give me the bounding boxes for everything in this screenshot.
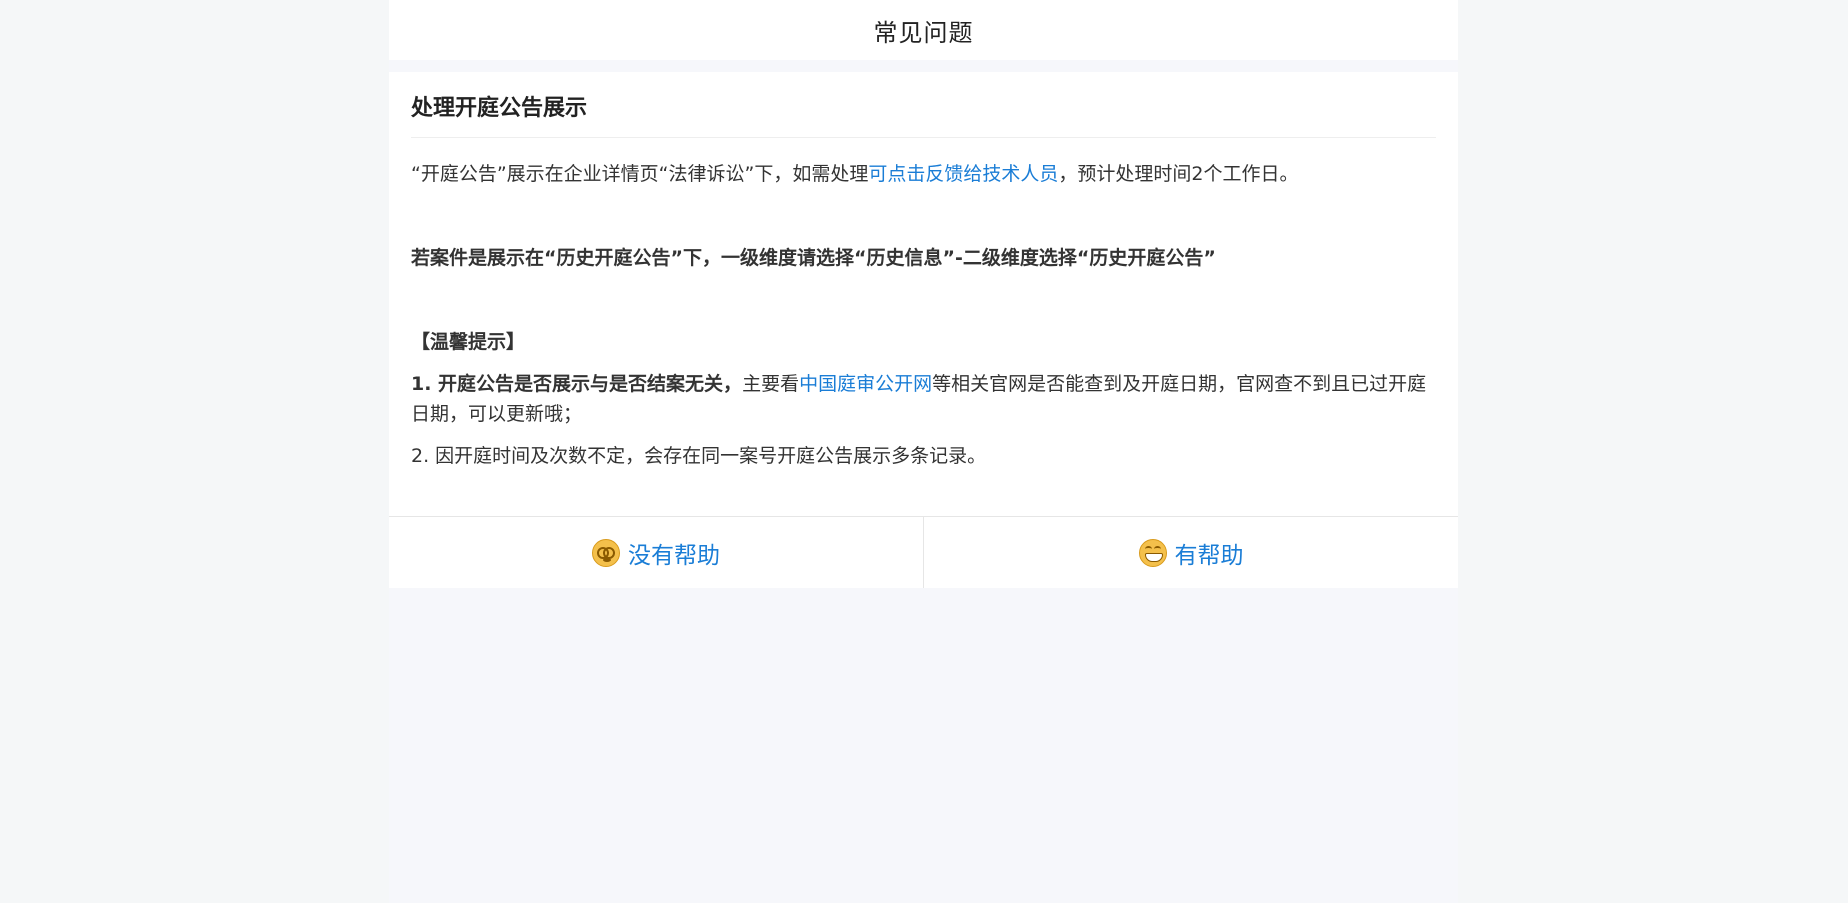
tips-heading: 【温馨提示】 bbox=[411, 331, 526, 353]
content-column: 常见问题 处理开庭公告展示 “开庭公告”展示在企业详情页“法律诉讼”下，如需处理… bbox=[389, 0, 1458, 903]
intro-paragraph: “开庭公告”展示在企业详情页“法律诉讼”下，如需处理可点击反馈给技术人员，预计处… bbox=[411, 159, 1436, 189]
not-helpful-button[interactable]: 没有帮助 bbox=[389, 517, 923, 588]
history-note: 若案件是展示在“历史开庭公告”下，一级维度请选择“历史信息”-二级维度选择“历史… bbox=[411, 247, 1216, 269]
not-helpful-label: 没有帮助 bbox=[628, 542, 720, 569]
tip-1-text: 主要看 bbox=[742, 373, 800, 395]
feedback-bar: 没有帮助 有帮助 bbox=[389, 516, 1458, 588]
helpful-button[interactable]: 有帮助 bbox=[923, 517, 1458, 588]
page-title: 常见问题 bbox=[873, 18, 974, 47]
grinning-face-icon bbox=[1138, 538, 1167, 567]
feedback-link[interactable]: 可点击反馈给技术人员 bbox=[868, 163, 1058, 185]
court-trial-link[interactable]: 中国庭审公开网 bbox=[799, 373, 932, 395]
dizzy-face-icon bbox=[592, 538, 620, 567]
article-card: 处理开庭公告展示 “开庭公告”展示在企业详情页“法律诉讼”下，如需处理可点击反馈… bbox=[389, 72, 1458, 516]
page-header: 常见问题 bbox=[389, 0, 1458, 60]
intro-text-end: ，预计处理时间2个工作日。 bbox=[1058, 163, 1299, 185]
intro-text: “开庭公告”展示在企业详情页“法律诉讼”下，如需处理 bbox=[411, 163, 869, 185]
article-title: 处理开庭公告展示 bbox=[411, 72, 1436, 138]
helpful-label: 有帮助 bbox=[1174, 542, 1244, 569]
article-body: “开庭公告”展示在企业详情页“法律诉讼”下，如需处理可点击反馈给技术人员，预计处… bbox=[411, 138, 1436, 516]
tip-1-bold: 1. 开庭公告是否展示与是否结案无关， bbox=[411, 373, 743, 395]
tip-item-1: 1. 开庭公告是否展示与是否结案无关，主要看中国庭审公开网等相关官网是否能查到及… bbox=[411, 369, 1436, 429]
tip-item-2: 2. 因开庭时间及次数不定，会存在同一案号开庭公告展示多条记录。 bbox=[411, 445, 987, 467]
